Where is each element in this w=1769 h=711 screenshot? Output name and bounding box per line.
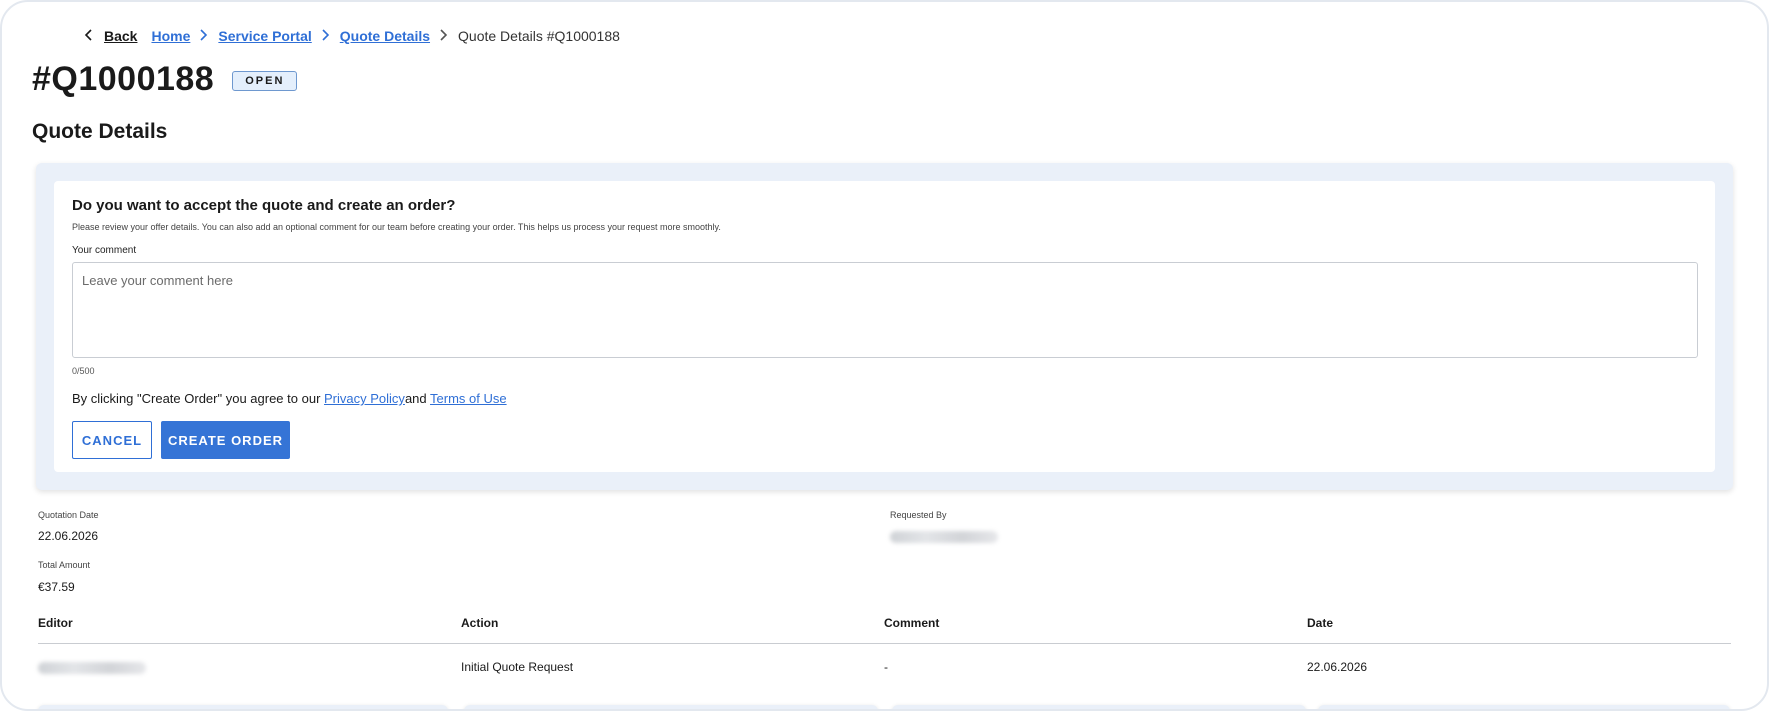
breadcrumb-current: Quote Details #Q1000188 [458,28,620,44]
section-title: Quote Details [32,120,168,143]
quotation-date-value: 22.06.2026 [38,529,99,543]
comment-char-count: 0/500 [72,366,95,376]
status-badge: OPEN [232,70,298,91]
table-header-date: Date [1307,616,1334,630]
create-order-button[interactable]: CREATE ORDER [161,421,290,459]
accept-quote-description: Please review your offer details. You ca… [72,222,721,232]
bottom-card [38,705,448,709]
requested-by-value-redacted [890,531,998,543]
comment-label: Your comment [72,245,137,256]
breadcrumb-quote-details-link[interactable]: Quote Details [340,28,430,44]
chevron-left-icon [84,29,96,43]
table-header-action: Action [461,616,499,630]
table-row-action: Initial Quote Request [461,660,574,674]
comment-textarea[interactable] [72,262,1698,358]
quotation-date-label: Quotation Date [38,510,99,520]
bottom-card [464,705,878,709]
total-amount-value: €37.59 [38,580,75,594]
breadcrumb: Back Home Service Portal Quote Details Q… [84,28,620,44]
table-divider [38,643,1731,644]
total-amount-label: Total Amount [38,560,91,570]
table-row-comment: - [884,660,888,674]
accept-quote-panel: Do you want to accept the quote and crea… [54,181,1715,472]
page-frame: Back Home Service Portal Quote Details Q… [0,0,1769,711]
terms-of-use-link[interactable]: Terms of Use [430,391,507,406]
page-title: #Q1000188 [32,60,215,98]
chevron-right-icon [320,29,332,43]
agreement-and: and [404,391,431,406]
chevron-right-icon [438,29,450,43]
table-header-editor: Editor [38,616,73,630]
requested-by-label: Requested By [890,510,947,520]
breadcrumb-home-link[interactable]: Home [151,28,190,44]
accept-quote-card: Do you want to accept the quote and crea… [36,163,1733,490]
table-header-comment: Comment [884,616,940,630]
table-row-editor-redacted [38,662,146,674]
breadcrumb-service-portal-link[interactable]: Service Portal [218,28,311,44]
accept-quote-heading: Do you want to accept the quote and crea… [72,197,456,214]
bottom-card [1318,705,1730,709]
bottom-card [892,705,1306,709]
chevron-right-icon [198,29,210,43]
cancel-button[interactable]: CANCEL [72,421,152,459]
table-row-date: 22.06.2026 [1307,660,1368,674]
title-row: #Q1000188 OPEN [32,60,298,99]
agreement-prefix: By clicking "Create Order" you agree to … [72,391,325,406]
agreement-text: By clicking "Create Order" you agree to … [72,391,507,406]
back-link[interactable]: Back [104,28,137,44]
privacy-policy-link[interactable]: Privacy Policy [324,391,405,406]
